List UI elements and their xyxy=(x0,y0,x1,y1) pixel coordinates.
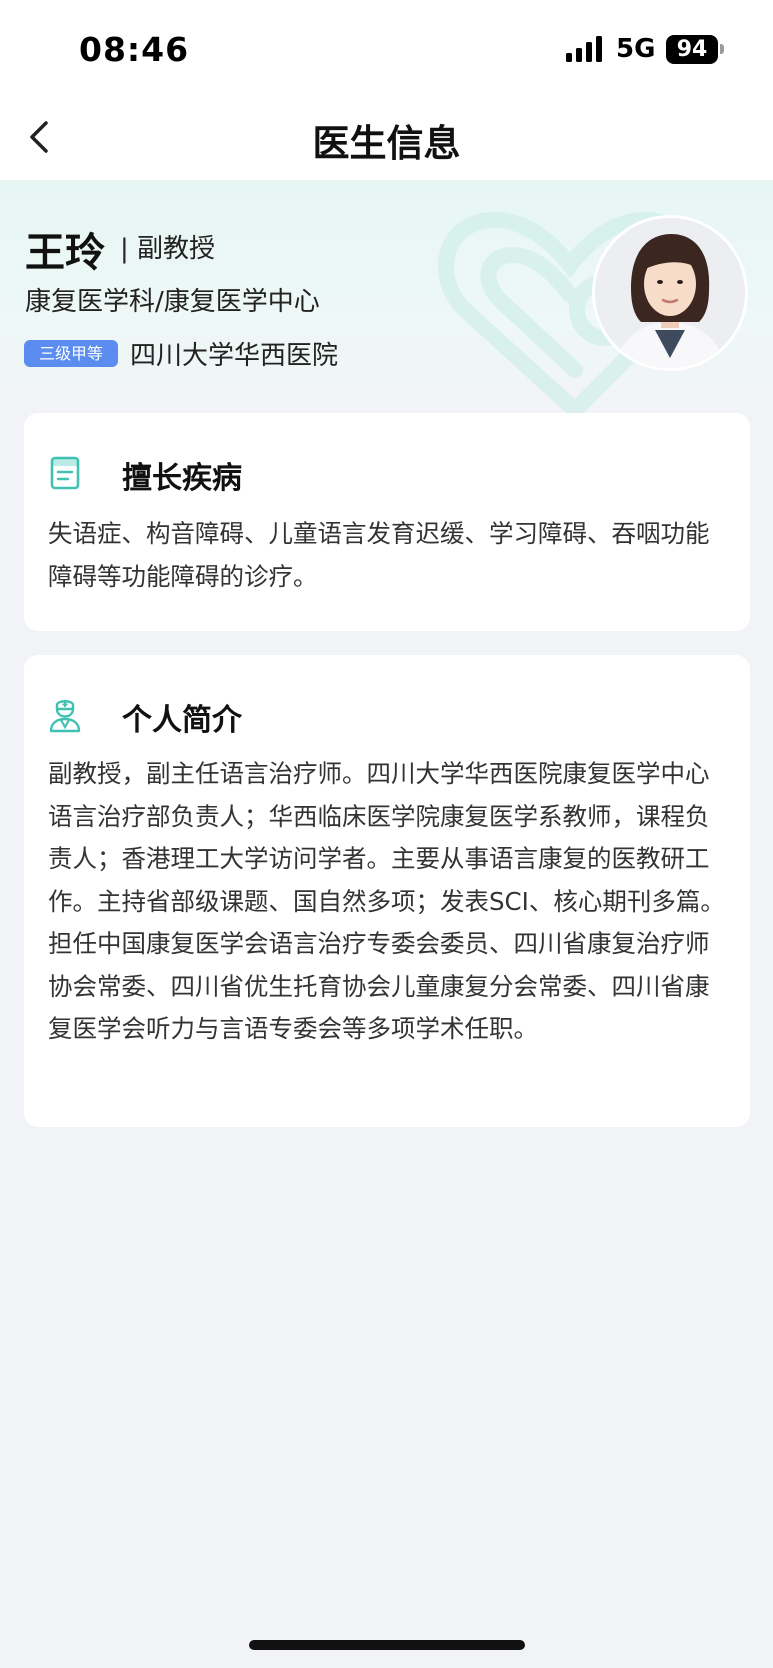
battery-tip xyxy=(720,44,724,54)
doctor-title: | 副教授 xyxy=(120,234,216,264)
document-icon xyxy=(50,456,80,490)
profile-card: 个人简介 副教授，副主任语言治疗师。四川大学华西医院康复医学中心语言治疗部负责人… xyxy=(24,655,750,1127)
specialty-text: 失语症、构音障碍、儿童语言发育迟缓、学习障碍、吞咽功能障碍等功能障碍的诊疗。 xyxy=(48,519,710,591)
specialty-card: 擅长疾病 失语症、构音障碍、儿童语言发育迟缓、学习障碍、吞咽功能障碍等功能障碍的… xyxy=(24,413,750,631)
hospital-name: 四川大学华西医院 xyxy=(130,341,339,371)
nav-bar: 医生信息 xyxy=(0,95,773,180)
specialty-title: 擅长疾病 xyxy=(122,461,242,496)
profile-title: 个人简介 xyxy=(122,703,242,738)
page-title: 医生信息 xyxy=(312,122,461,165)
home-indicator[interactable] xyxy=(249,1640,525,1650)
hospital-level-badge: 三级甲等 xyxy=(24,340,118,367)
doctor-avatar xyxy=(595,218,745,368)
status-time: 08:46 xyxy=(79,30,190,69)
doctor-header: 王玲 | 副教授 康复医学科/康复医学中心 三级甲等 四川大学华西医院 xyxy=(0,180,773,415)
doctor-name: 王玲 xyxy=(25,230,105,276)
network-type: 5G xyxy=(616,34,656,64)
doctor-department: 康复医学科/康复医学中心 xyxy=(25,287,320,317)
avatar xyxy=(592,215,748,371)
profile-text: 副教授，副主任语言治疗师。四川大学华西医院康复医学中心语言治疗部负责人；华西临床… xyxy=(48,759,725,1043)
signal-icon xyxy=(566,36,602,62)
status-bar: 08:46 5G 94 xyxy=(0,0,773,95)
doctor-icon xyxy=(49,700,81,733)
battery-icon: 94 xyxy=(666,35,718,64)
